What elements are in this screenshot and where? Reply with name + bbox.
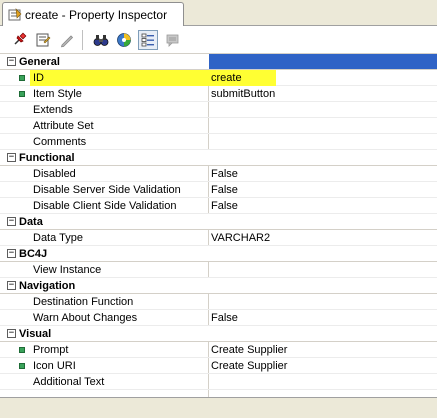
collapse-toggle-icon[interactable]: − (7, 281, 16, 290)
categories-button[interactable] (138, 30, 158, 50)
property-value[interactable]: False (211, 311, 238, 325)
property-row[interactable]: Data Type VARCHAR2 (0, 230, 437, 246)
property-name: Warn About Changes (33, 312, 138, 324)
category-label: Visual (19, 328, 52, 340)
property-name: View Instance (33, 264, 102, 276)
required-bullet-icon (19, 91, 25, 97)
status-bar (0, 397, 437, 418)
property-value[interactable]: submitButton (211, 87, 275, 101)
property-row[interactable]: Destination Function (0, 294, 437, 310)
category-row-data[interactable]: − Data (0, 214, 437, 230)
property-name: Attribute Set (33, 120, 94, 132)
pin-button[interactable] (9, 30, 29, 50)
category-row-navigation[interactable]: − Navigation (0, 278, 437, 294)
property-name: Disabled (33, 168, 76, 180)
collapse-toggle-icon[interactable]: − (7, 153, 16, 162)
property-row[interactable]: Item Style submitButton (0, 86, 437, 102)
property-grid: − General ID create Item Style submitButton Ex… (0, 54, 437, 397)
required-bullet-icon (19, 347, 25, 353)
comments-button[interactable] (162, 30, 182, 50)
category-selection-bar (209, 54, 437, 69)
property-value[interactable]: Create Supplier (211, 343, 287, 357)
property-name: Disable Server Side Validation (33, 184, 181, 196)
category-row-functional[interactable]: − Functional (0, 150, 437, 166)
property-row[interactable]: Attribute Set (0, 118, 437, 134)
collapse-toggle-icon[interactable]: − (7, 217, 16, 226)
category-label: Navigation (19, 280, 76, 292)
property-row[interactable]: Comments (0, 134, 437, 150)
property-name: Data Type (33, 232, 83, 244)
property-row[interactable]: ID create (0, 70, 437, 86)
property-name: Prompt (33, 344, 69, 356)
palette-button[interactable] (114, 30, 134, 50)
collapse-toggle-icon[interactable]: − (7, 249, 16, 258)
binoculars-icon (93, 35, 109, 46)
property-row[interactable]: Warn About Changes False (0, 310, 437, 326)
edit-properties-button[interactable] (33, 30, 53, 50)
property-value[interactable]: False (211, 167, 238, 181)
category-label: Data (19, 216, 43, 228)
category-label: Functional (19, 152, 75, 164)
category-row-general[interactable]: − General (0, 54, 437, 70)
property-row[interactable]: Extends (0, 102, 437, 118)
collapse-toggle-icon[interactable]: − (7, 57, 16, 66)
tab-title: create - Property Inspector (25, 7, 168, 22)
property-row[interactable]: Disable Server Side Validation False (0, 182, 437, 198)
property-name: Additional Text (33, 376, 105, 388)
category-row-visual[interactable]: − Visual (0, 326, 437, 342)
toolbar (0, 26, 437, 54)
property-name: Item Style (33, 88, 82, 100)
edit-properties-icon (36, 33, 51, 47)
tab-property-inspector[interactable]: create - Property Inspector (2, 2, 184, 26)
tab-bar: create - Property Inspector (0, 0, 437, 26)
category-label: General (19, 56, 60, 68)
pencil-icon (60, 35, 74, 48)
property-name: Disable Client Side Validation (33, 200, 177, 212)
palette-icon (117, 33, 131, 47)
property-row[interactable]: Disable Client Side Validation False (0, 198, 437, 214)
pencil-button[interactable] (57, 30, 77, 50)
property-value[interactable]: False (211, 199, 238, 213)
property-value[interactable]: create (211, 71, 242, 85)
toolbar-separator (82, 30, 83, 50)
category-label: BC4J (19, 248, 48, 260)
comments-icon (166, 34, 179, 47)
categories-icon (141, 33, 154, 47)
property-name: Icon URI (33, 360, 76, 372)
property-value[interactable]: False (211, 183, 238, 197)
required-bullet-icon (19, 75, 25, 81)
category-row-bc4j[interactable]: − BC4J (0, 246, 437, 262)
pin-icon (14, 32, 27, 45)
property-name: Comments (33, 136, 87, 148)
property-inspector-icon (7, 7, 23, 23)
property-value[interactable]: Create Supplier (211, 359, 287, 373)
property-row[interactable]: Icon URI Create Supplier (0, 358, 437, 374)
property-name: ID (33, 72, 44, 84)
property-name: Extends (33, 104, 73, 116)
collapse-toggle-icon[interactable]: − (7, 329, 16, 338)
property-row[interactable]: Additional Text (0, 374, 437, 390)
property-row[interactable]: Prompt Create Supplier (0, 342, 437, 358)
property-row[interactable]: Disabled False (0, 166, 437, 182)
property-row[interactable]: View Instance (0, 262, 437, 278)
property-value[interactable]: VARCHAR2 (211, 231, 270, 245)
find-button[interactable] (91, 30, 111, 50)
required-bullet-icon (19, 363, 25, 369)
property-name: Destination Function (33, 296, 134, 308)
